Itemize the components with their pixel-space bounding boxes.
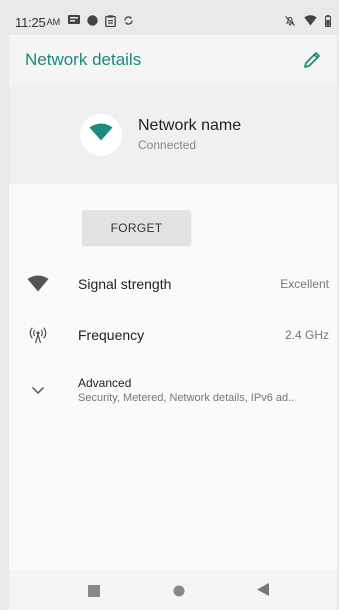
forget-button[interactable]: FORGET — [82, 210, 191, 245]
clipboard-icon — [105, 14, 116, 30]
advanced-subtitle: Security, Metered, Network details, IPv6… — [78, 392, 295, 404]
network-status: Connected — [138, 138, 197, 152]
circle-icon — [87, 15, 98, 29]
chevron-down-icon — [23, 386, 53, 395]
recents-button[interactable] — [88, 584, 100, 602]
sync-icon — [123, 15, 134, 29]
app-bar: Network details — [9, 35, 337, 85]
back-button[interactable] — [257, 583, 269, 601]
frequency-value: 2.4 GHz — [284, 327, 329, 342]
advanced-row[interactable]: Advanced Security, Metered, Network deta… — [9, 360, 337, 420]
network-header: Network name Connected — [9, 85, 337, 184]
wifi-signal-icon — [89, 123, 113, 146]
phone-screen: 11:25 AM Network details Network name Co… — [9, 9, 337, 610]
pencil-icon[interactable] — [301, 49, 323, 71]
signal-strength-value: Excellent — [280, 276, 329, 291]
wifi-icon — [304, 15, 317, 29]
advanced-title: Advanced — [78, 376, 132, 390]
forget-container: FORGET — [9, 184, 337, 253]
home-button[interactable] — [173, 584, 185, 602]
battery-icon — [325, 14, 331, 30]
status-ampm: AM — [46, 17, 61, 27]
signal-strength-label: Signal strength — [78, 275, 172, 292]
network-name: Network name — [138, 117, 242, 134]
page-title: Network details — [25, 50, 142, 69]
frequency-row[interactable]: Frequency 2.4 GHz — [9, 309, 337, 360]
antenna-icon — [23, 326, 53, 344]
status-bar: 11:25 AM — [9, 9, 337, 35]
wifi-strength-icon — [23, 275, 53, 292]
mute-icon — [284, 15, 296, 30]
frequency-label: Frequency — [78, 326, 145, 343]
signal-strength-row[interactable]: Signal strength Excellent — [9, 258, 337, 309]
message-icon — [68, 15, 81, 29]
status-time: 11:25 — [15, 14, 46, 30]
navigation-bar — [9, 570, 337, 610]
network-avatar — [80, 113, 122, 156]
